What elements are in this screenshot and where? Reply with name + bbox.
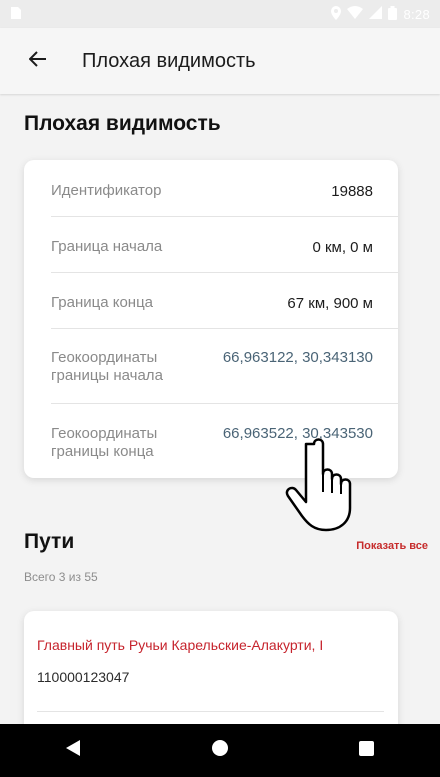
location-icon bbox=[331, 5, 342, 23]
page-title: Плохая видимость bbox=[24, 112, 221, 135]
path-name[interactable]: Главный путь Ручьи Карельские-Алакурти, … bbox=[37, 637, 323, 653]
detail-label: Геокоординаты границы начала bbox=[51, 349, 163, 385]
app-bar-title: Плохая видимость bbox=[82, 49, 256, 72]
geo-start-link[interactable]: 66,963122, 30,343130 bbox=[223, 349, 373, 366]
detail-value: 19888 bbox=[331, 182, 373, 200]
details-card: Идентификатор 19888 Граница начала 0 км,… bbox=[24, 160, 398, 478]
status-time: 8:28 bbox=[403, 6, 430, 22]
detail-label: Геокоординаты границы конца bbox=[51, 425, 157, 461]
detail-label: Граница конца bbox=[51, 294, 154, 311]
detail-row-end-boundary: Граница конца 67 км, 900 м bbox=[51, 294, 373, 312]
detail-row-start-boundary: Граница начала 0 км, 0 м bbox=[51, 238, 373, 256]
back-button[interactable] bbox=[18, 41, 58, 81]
status-bar-right: 8:28 bbox=[331, 5, 430, 23]
divider bbox=[51, 216, 398, 217]
navigation-bar bbox=[0, 724, 440, 777]
status-bar-left bbox=[10, 6, 22, 23]
divider bbox=[51, 403, 398, 404]
wifi-icon bbox=[347, 6, 364, 22]
nav-recents-button[interactable] bbox=[337, 731, 397, 771]
show-all-link[interactable]: Показать все bbox=[356, 540, 428, 552]
geo-end-link[interactable]: 66,963522, 30,343530 bbox=[223, 425, 373, 442]
status-bar: 8:28 bbox=[0, 0, 440, 28]
home-circle-icon bbox=[211, 739, 229, 762]
recents-square-icon bbox=[359, 740, 375, 761]
detail-label: Граница начала bbox=[51, 238, 163, 255]
battery-icon bbox=[388, 5, 398, 23]
detail-label-line2: границы конца bbox=[51, 443, 154, 460]
paths-count: Всего 3 из 55 bbox=[24, 570, 98, 584]
path-code: 110000123047 bbox=[37, 669, 130, 685]
back-triangle-icon bbox=[66, 740, 81, 761]
detail-label-line2: границы начала bbox=[51, 367, 163, 384]
sim-card-icon bbox=[10, 6, 22, 23]
divider bbox=[51, 272, 398, 273]
detail-label-line1: Геокоординаты bbox=[51, 349, 158, 366]
divider bbox=[37, 711, 384, 712]
arrow-left-icon bbox=[28, 50, 47, 72]
detail-row-start-geo: Геокоординаты границы начала 66,963122, … bbox=[51, 349, 373, 385]
app-bar: Плохая видимость bbox=[0, 28, 440, 94]
detail-row-end-geo: Геокоординаты границы конца 66,963522, 3… bbox=[51, 425, 373, 461]
signal-icon bbox=[369, 6, 383, 22]
detail-row-identifier: Идентификатор 19888 bbox=[51, 182, 373, 200]
detail-label-line1: Геокоординаты bbox=[51, 425, 158, 442]
detail-value: 0 км, 0 м bbox=[312, 238, 373, 256]
divider bbox=[51, 328, 398, 329]
detail-label: Идентификатор bbox=[51, 182, 162, 199]
paths-title: Пути bbox=[24, 530, 75, 553]
nav-back-button[interactable] bbox=[43, 731, 103, 771]
detail-value: 67 км, 900 м bbox=[287, 294, 373, 312]
nav-home-button[interactable] bbox=[190, 731, 250, 771]
